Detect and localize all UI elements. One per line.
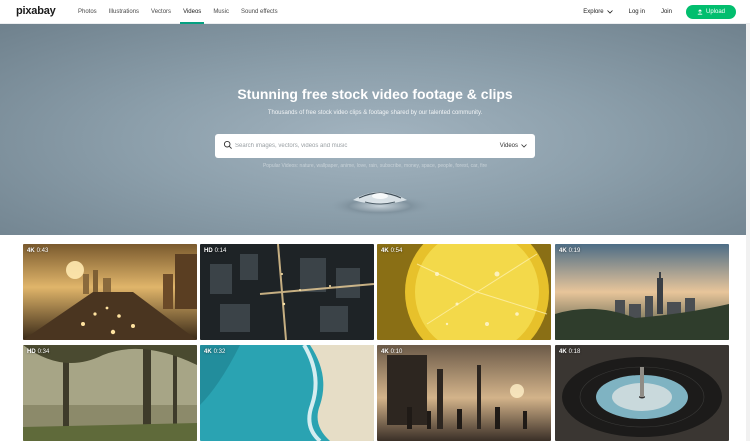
city-skyline-sunset-thumbnail (555, 244, 729, 340)
explore-menu[interactable]: Explore (583, 9, 613, 15)
main-nav: Photos Illustrations Vectors Videos Musi… (72, 0, 284, 24)
nav-photos[interactable]: Photos (72, 0, 103, 24)
upload-label: Upload (705, 9, 725, 15)
video-tile[interactable]: 4K 0:10 (377, 345, 551, 441)
video-badge: 4K 0:18 (559, 349, 581, 355)
search-bar: Videos (215, 134, 535, 158)
nav-sound-effects[interactable]: Sound effects (235, 0, 284, 24)
video-tile[interactable]: HD 0:14 (200, 244, 374, 340)
pixabay-logo[interactable]: pixabay (16, 5, 56, 17)
hero-subtitle: Thousands of free stock video clips & fo… (267, 110, 483, 116)
nav-vectors[interactable]: Vectors (145, 0, 177, 24)
video-tile[interactable]: 4K 0:18 (555, 345, 729, 441)
video-tile[interactable]: 4K 0:19 (555, 244, 729, 340)
water-drop-splash-image (328, 192, 432, 217)
nav-illustrations[interactable]: Illustrations (103, 0, 145, 24)
aerial-night-city-thumbnail (200, 244, 374, 340)
search-type-label: Videos (499, 143, 518, 149)
header-actions: Explore Log in Join Upload (567, 0, 736, 24)
login-link[interactable]: Log in (629, 9, 645, 15)
video-badge: HD 0:14 (204, 248, 227, 254)
top-header: pixabay Photos Illustrations Vectors Vid… (0, 0, 750, 24)
search-input[interactable] (235, 140, 495, 152)
aerial-beach-thumbnail (200, 345, 374, 441)
video-badge: 4K 0:54 (381, 248, 403, 254)
misty-forest-thumbnail (23, 345, 197, 441)
video-badge: 4K 0:32 (204, 349, 226, 355)
upload-icon (697, 9, 703, 15)
search-icon[interactable] (223, 140, 233, 150)
hero-title: Stunning free stock video footage & clip… (237, 86, 513, 102)
street-people-sunset-thumbnail (377, 345, 551, 441)
video-badge: HD 0:34 (27, 349, 50, 355)
nav-videos[interactable]: Videos (177, 0, 207, 24)
video-tile[interactable]: 4K 0:43 (23, 244, 197, 340)
lemon-soda-thumbnail (377, 244, 551, 340)
video-badge: 4K 0:19 (559, 248, 581, 254)
video-tile[interactable]: 4K 0:54 (377, 244, 551, 340)
nav-music[interactable]: Music (207, 0, 235, 24)
city-sunset-traffic-thumbnail (23, 244, 197, 340)
vinyl-record-thumbnail (555, 345, 729, 441)
video-badge: 4K 0:43 (27, 248, 49, 254)
page-scrollbar[interactable] (746, 24, 750, 441)
video-badge: 4K 0:10 (381, 349, 403, 355)
popular-searches[interactable]: Popular Videos: nature, wallpaper, anime… (0, 163, 750, 169)
explore-label: Explore (583, 9, 604, 15)
hero-banner: Stunning free stock video footage & clip… (0, 24, 750, 235)
search-type-select[interactable]: Videos (500, 134, 527, 158)
chevron-down-icon (521, 144, 527, 148)
join-link[interactable]: Join (661, 9, 672, 15)
video-tile[interactable]: HD 0:34 (23, 345, 197, 441)
video-tile[interactable]: 4K 0:32 (200, 345, 374, 441)
chevron-down-icon (606, 10, 613, 14)
upload-button[interactable]: Upload (685, 5, 736, 19)
